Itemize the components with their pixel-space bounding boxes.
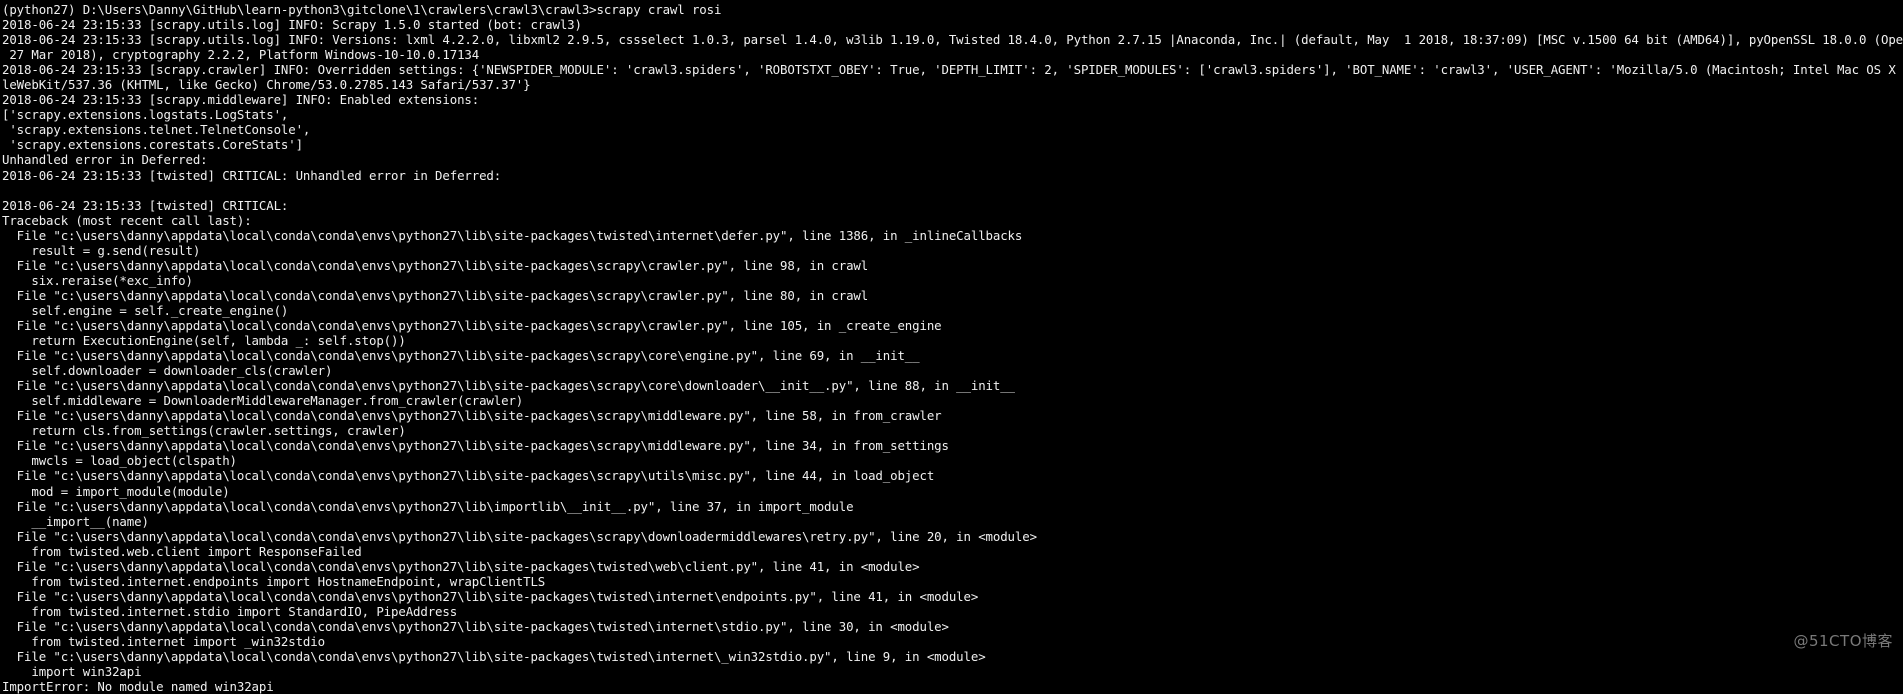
console-line: __import__(name)	[2, 513, 149, 529]
console-line: import win32api	[2, 664, 142, 680]
console-line: from twisted.web.client import ResponseF…	[2, 543, 362, 559]
console-line: return ExecutionEngine(self, lambda _: s…	[2, 333, 406, 349]
console-line: from twisted.internet.endpoints import H…	[2, 573, 546, 589]
console-line: return cls.from_settings(crawler.setting…	[2, 423, 406, 439]
console-line: leWebKit/537.36 (KHTML, like Gecko) Chro…	[2, 77, 531, 93]
console-line: File "c:\users\danny\appdata\local\conda…	[2, 498, 854, 514]
console-line: 2018-06-24 23:15:33 [scrapy.middleware] …	[2, 92, 480, 108]
console-line: ImportError: No module named win32api	[2, 679, 274, 694]
terminal-cursor	[2, 541, 10, 555]
console-line: File "c:\users\danny\appdata\local\conda…	[2, 227, 1023, 243]
console-line: File "c:\users\danny\appdata\local\conda…	[2, 378, 1015, 394]
console-output: (python27) D:\Users\Danny\GitHub\learn-p…	[2, 2, 1903, 694]
console-line: File "c:\users\danny\appdata\local\conda…	[2, 348, 920, 364]
console-line: ['scrapy.extensions.logstats.LogStats',	[2, 107, 289, 123]
console-line: self.middleware = DownloaderMiddlewareMa…	[2, 393, 524, 409]
console-line: 2018-06-24 23:15:33 [twisted] CRITICAL: …	[2, 167, 502, 183]
console-line: File "c:\users\danny\appdata\local\conda…	[2, 528, 1037, 544]
console-line: File "c:\users\danny\appdata\local\conda…	[2, 287, 869, 303]
console-line: from twisted.internet import _win32stdio	[2, 633, 325, 649]
console-line: 2018-06-24 23:15:33 [scrapy.crawler] INF…	[2, 62, 1903, 78]
console-line: File "c:\users\danny\appdata\local\conda…	[2, 618, 949, 634]
console-line: 2018-06-24 23:15:33 [twisted] CRITICAL:	[2, 197, 289, 213]
console-line: File "c:\users\danny\appdata\local\conda…	[2, 408, 942, 424]
console-line: File "c:\users\danny\appdata\local\conda…	[2, 468, 935, 484]
console-line: from twisted.internet.stdio import Stand…	[2, 603, 458, 619]
console-line: six.reraise(*exc_info)	[2, 272, 193, 288]
console-line: self.engine = self._create_engine()	[2, 302, 289, 318]
console-line: File "c:\users\danny\appdata\local\conda…	[2, 317, 942, 333]
watermark: @51CTO博客	[1793, 632, 1893, 650]
console-line: File "c:\users\danny\appdata\local\conda…	[2, 588, 979, 604]
console-line: File "c:\users\danny\appdata\local\conda…	[2, 438, 949, 454]
console-line: mod = import_module(module)	[2, 483, 230, 499]
console-line: File "c:\users\danny\appdata\local\conda…	[2, 558, 920, 574]
console-line: Unhandled error in Deferred:	[2, 152, 208, 168]
console-line: 2018-06-24 23:15:33 [scrapy.utils.log] I…	[2, 17, 582, 33]
console-line: Traceback (most recent call last):	[2, 212, 252, 228]
console-line: self.downloader = downloader_cls(crawler…	[2, 363, 333, 379]
console-line: 'scrapy.extensions.corestats.CoreStats']	[2, 137, 303, 153]
console-line: 27 Mar 2018), cryptography 2.2.2, Platfo…	[2, 47, 480, 63]
console-line: 'scrapy.extensions.telnet.TelnetConsole'…	[2, 122, 311, 138]
console-line: 2018-06-24 23:15:33 [scrapy.utils.log] I…	[2, 32, 1903, 48]
console-line: (python27) D:\Users\Danny\GitHub\learn-p…	[2, 2, 722, 17]
console-line: File "c:\users\danny\appdata\local\conda…	[2, 257, 869, 273]
console-line: result = g.send(result)	[2, 242, 201, 258]
terminal-window[interactable]: (python27) D:\Users\Danny\GitHub\learn-p…	[0, 0, 1903, 694]
console-line: mwcls = load_object(clspath)	[2, 453, 237, 469]
